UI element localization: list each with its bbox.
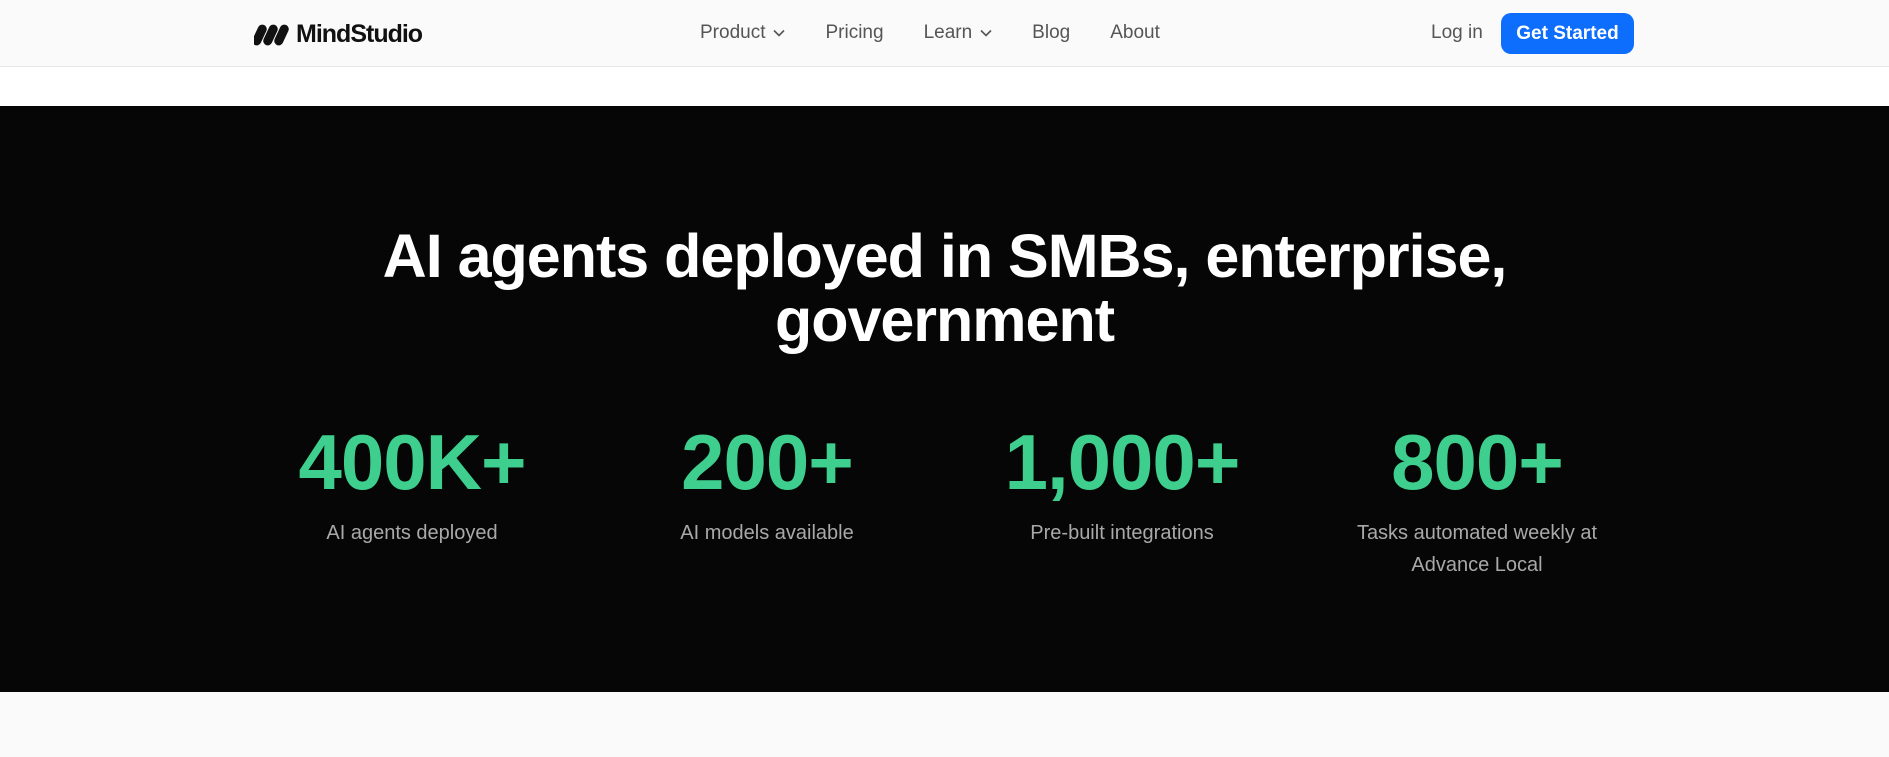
stat-label: Tasks automated weekly at Advance Local: [1356, 522, 1598, 576]
nav-label-about: About: [1110, 22, 1160, 43]
logo-text: MindStudio: [296, 19, 423, 48]
nav-item-blog[interactable]: Blog: [1032, 22, 1070, 44]
stat-item: 800+ Tasks automated weekly at Advance L…: [1312, 419, 1642, 581]
stat-value: 1,000+: [1004, 418, 1241, 506]
nav-item-about[interactable]: About: [1110, 22, 1160, 44]
logo-mark-icon: [254, 24, 289, 46]
nav-label-learn: Learn: [923, 22, 973, 43]
stat-item: 400K+ AI agents deployed: [247, 419, 577, 549]
stat-label: AI models available: [680, 522, 854, 544]
top-navbar: MindStudio Product Pricing Learn Blog Ab…: [0, 0, 1889, 67]
nav-item-pricing[interactable]: Pricing: [825, 22, 883, 44]
stat-item: 200+ AI models available: [602, 419, 932, 549]
nav-label-blog: Blog: [1032, 22, 1071, 43]
stats-section: AI agents deployed in SMBs, enterprise, …: [0, 106, 1889, 692]
nav-item-learn[interactable]: Learn: [924, 22, 993, 44]
main-nav: Product Pricing Learn Blog About: [700, 0, 1160, 66]
stat-value: 800+: [1391, 418, 1564, 506]
get-started-button[interactable]: Get Started: [1501, 13, 1634, 54]
mindstudio-logo[interactable]: MindStudio: [254, 18, 423, 50]
nav-label-pricing: Pricing: [825, 22, 884, 43]
headline-line-2: government: [774, 286, 1115, 354]
stats-headline: AI agents deployed in SMBs, enterprise, …: [0, 224, 1889, 352]
nav-label-product: Product: [700, 22, 766, 43]
next-section-band: [0, 692, 1889, 757]
stat-label: Pre-built integrations: [1030, 522, 1214, 544]
headline-line-1: AI agents deployed in SMBs, enterprise,: [382, 222, 1508, 290]
stat-value: 400K+: [298, 418, 526, 506]
nav-item-product[interactable]: Product: [700, 22, 786, 44]
chevron-down-icon: [773, 29, 786, 37]
chevron-down-icon: [980, 29, 992, 37]
stat-item: 1,000+ Pre-built integrations: [957, 419, 1287, 549]
stat-label: AI agents deployed: [326, 522, 498, 544]
stat-value: 200+: [681, 418, 854, 506]
login-link[interactable]: Log in: [1431, 22, 1483, 44]
